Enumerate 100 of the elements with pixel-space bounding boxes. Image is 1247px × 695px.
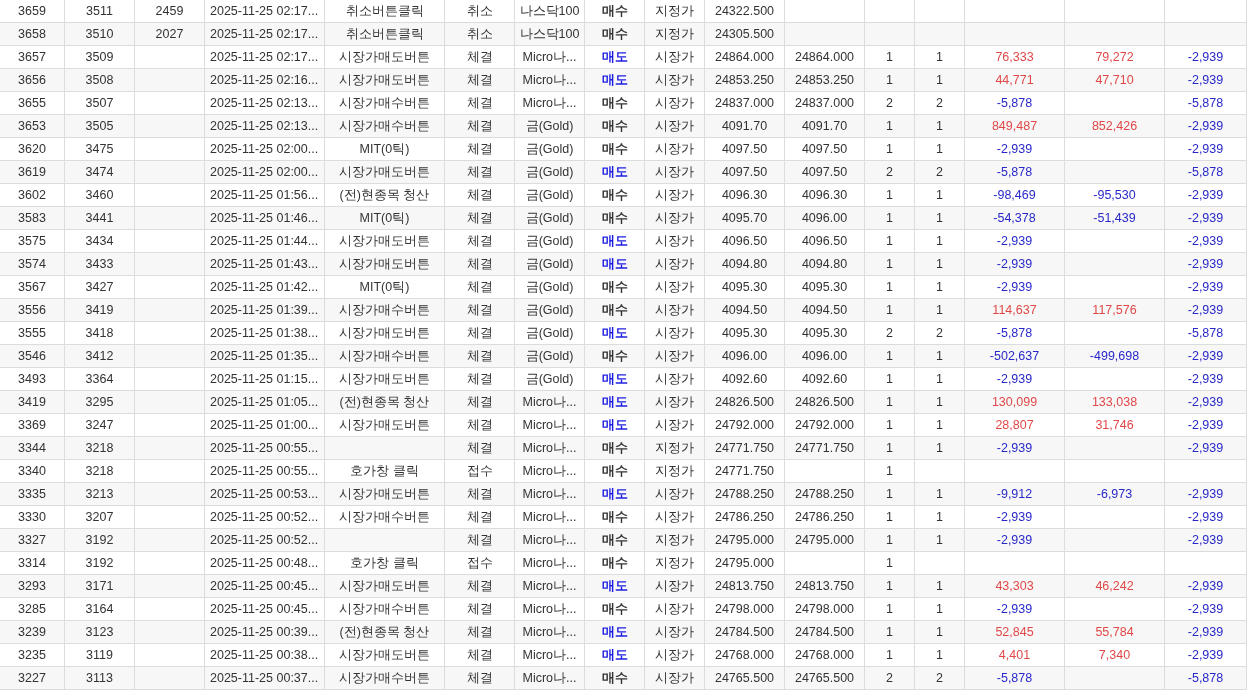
table-cell: 시장가 [655,370,694,388]
table-cell: 24771.750 [794,441,855,455]
table-cell: 852,426 [1091,119,1138,133]
table-cell: 2 [886,165,893,179]
table-cell: Micro나... [522,577,577,595]
table-cell: 2025-11-25 01:38... [210,326,319,340]
table-cell: 시장가매수버튼 [339,508,430,526]
table-cell: -499,698 [1089,349,1140,363]
table-cell: 체결 [466,140,493,158]
table-cell: 24864.000 [714,50,775,64]
table-cell: 체결 [466,370,493,388]
table-cell: 3427 [85,280,114,294]
table-cell: 시장가매도버튼 [339,163,430,181]
table-cell: -2,939 [996,257,1033,271]
table-cell: -2,939 [1187,280,1224,294]
table-cell: 1 [886,188,893,202]
table-cell: 3510 [85,27,114,41]
table-cell: 체결 [466,347,493,365]
table-cell: 3508 [85,73,114,87]
table-cell: 시장가매도버튼 [339,71,430,89]
table-cell: 3171 [85,579,114,593]
table-cell: 시장가 [655,646,694,664]
table-cell: 24853.250 [714,73,775,87]
table-cell: -2,939 [1187,395,1224,409]
table-cell: 2025-11-25 01:39... [210,303,319,317]
table-cell: 시장가 [655,347,694,365]
table-cell: -2,939 [996,372,1033,386]
table-cell: -2,939 [1187,303,1224,317]
table-cell: 1 [886,280,893,294]
table-cell: 시장가매도버튼 [339,48,430,66]
table-cell: -2,939 [1187,211,1224,225]
table-cell: 24786.250 [794,510,855,524]
table-cell: 취소버튼클릭 [345,25,424,43]
table-cell: 매수 [601,554,628,572]
table-cell: 시장가 [655,71,694,89]
table-cell: 4095.30 [721,280,768,294]
table-cell: Micro나... [522,393,577,411]
table-cell: 1 [886,119,893,133]
table-cell: 2025-11-25 00:52... [210,533,319,547]
table-cell: 시장가 [655,600,694,618]
table-cell: Micro나... [522,623,577,641]
table-cell: -2,939 [1187,418,1224,432]
table-cell: 4094.50 [721,303,768,317]
table-cell: 시장가매수버튼 [339,117,430,135]
table-cell: 매수 [601,186,628,204]
table-cell: 매수 [601,209,628,227]
table-cell: -2,939 [1187,487,1224,501]
table-cell: -2,939 [1187,50,1224,64]
table-cell: 3192 [85,556,114,570]
table-cell: 3556 [18,303,46,317]
table-cell: 4095.30 [721,326,768,340]
table-cell: 4097.50 [721,142,768,156]
table-cell: 4,401 [998,648,1031,662]
table-cell: 4094.80 [801,257,848,271]
table-cell: 24864.000 [794,50,855,64]
table-cell: 24853.250 [794,73,855,87]
table-cell: -2,939 [996,142,1033,156]
table-cell: -2,939 [996,280,1033,294]
table-cell: 31,746 [1095,418,1134,432]
table-cell: MIT(0틱) [359,209,410,227]
table-cell: 2025-11-25 00:38... [210,648,319,662]
table-cell: 체결 [466,232,493,250]
table-cell: 55,784 [1095,625,1134,639]
table-cell: 시장가 [655,485,694,503]
table-cell: 시장가매수버튼 [339,669,430,687]
table-cell: 시장가매도버튼 [339,255,430,273]
table-cell: 2025-11-25 02:17... [210,50,319,64]
table-cell: 1 [936,441,943,455]
table-cell: 취소버튼클릭 [345,2,424,20]
table-cell: 시장가 [655,623,694,641]
table-cell: 1 [886,602,893,616]
table-cell: 24837.000 [714,96,775,110]
table-cell: (전)현종목 청산 [339,186,430,204]
table-cell: 체결 [466,669,493,687]
table-cell: 체결 [466,600,493,618]
table-cell: 3314 [18,556,46,570]
table-cell: 2025-11-25 01:43... [210,257,319,271]
table-cell: 4095.30 [801,326,848,340]
table-cell: 1 [936,533,943,547]
table-cell: 1 [886,418,893,432]
table-cell: 1 [886,211,893,225]
table-cell: Micro나... [522,669,577,687]
table-cell: 849,487 [991,119,1038,133]
table-cell: 지정가 [655,25,694,43]
table-cell: 시장가매도버튼 [339,646,430,664]
table-cell: 1 [886,372,893,386]
table-cell: 1 [936,280,943,294]
table-cell: 매수 [601,347,628,365]
table-cell: -2,939 [1187,441,1224,455]
table-cell: 117,576 [1092,303,1137,317]
table-cell: 24768.000 [714,648,775,662]
table-cell: 매수 [601,301,628,319]
table-cell: 24786.250 [714,510,775,524]
table-cell: 매수 [601,439,628,457]
table-cell: 4097.50 [801,142,848,156]
table-cell: 3192 [85,533,114,547]
table-cell: 1 [936,510,943,524]
table-cell: 4096.30 [801,188,848,202]
table-cell: 매수 [601,278,628,296]
table-cell: 체결 [466,209,493,227]
